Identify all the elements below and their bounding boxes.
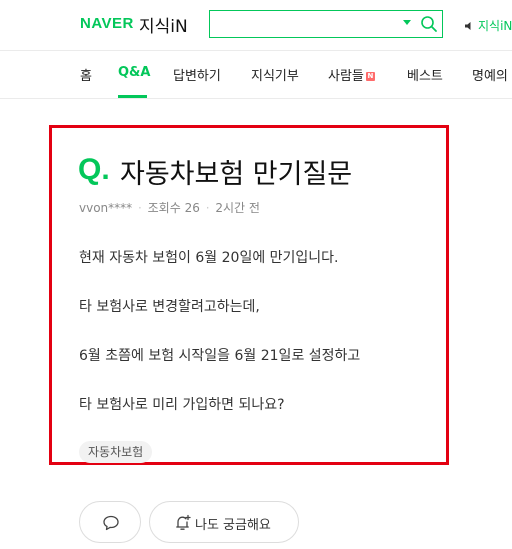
- question-body-line: 타 보험사로 변경할려고하는데,: [79, 299, 260, 315]
- jisikin-logo[interactable]: 지식iN: [139, 12, 188, 37]
- jisikin-link[interactable]: 지식iN: [465, 17, 512, 34]
- nav-active-indicator: [118, 95, 147, 98]
- me-too-curious-button[interactable]: 나도 궁금해요: [149, 501, 299, 543]
- nav-item-best[interactable]: 베스트: [407, 65, 443, 84]
- question-body-line: 6월 초쯤에 보험 시작일을 6월 21일로 설정하고: [79, 348, 361, 364]
- question-mark-icon: Q.: [78, 153, 110, 186]
- top-header: NAVER 지식iN 지식iN: [0, 0, 512, 51]
- question-title: 자동차보험 만기질문: [120, 159, 353, 190]
- question-body-line: 타 보험사로 미리 가입하면 되나요?: [79, 397, 285, 413]
- nav-item-donate[interactable]: 지식기부: [251, 65, 299, 84]
- main-nav: 홈 Q&A 답변하기 지식기부 사람들 N 베스트 명예의: [0, 51, 512, 99]
- nav-item-people-label: 사람들: [328, 69, 364, 84]
- jisikin-link-label: 지식iN: [478, 19, 512, 33]
- naver-logo[interactable]: NAVER: [80, 15, 134, 32]
- bell-plus-icon: [176, 514, 191, 530]
- search-dropdown-icon[interactable]: [403, 20, 411, 25]
- post-time: 2시간 전: [215, 201, 260, 215]
- nav-item-home[interactable]: 홈: [80, 65, 92, 84]
- meta-separator: ·: [205, 201, 210, 215]
- new-badge: N: [365, 72, 375, 81]
- comment-icon: [103, 515, 119, 531]
- me-too-curious-label: 나도 궁금해요: [195, 518, 271, 533]
- author-name[interactable]: vvon****: [79, 201, 132, 215]
- search-input[interactable]: [214, 14, 398, 34]
- meta-separator: ·: [137, 201, 142, 215]
- nav-item-answer[interactable]: 답변하기: [173, 65, 221, 84]
- nav-item-qna[interactable]: Q&A: [118, 65, 150, 80]
- comment-button[interactable]: [79, 501, 141, 543]
- speaker-icon: [465, 21, 471, 30]
- question-meta: vvon**** · 조회수 26 · 2시간 전: [79, 199, 260, 216]
- question-body-line: 현재 자동차 보험이 6월 20일에 만기입니다.: [79, 250, 339, 266]
- tag-chip[interactable]: 자동차보험: [79, 441, 153, 463]
- nav-item-hall-of-fame[interactable]: 명예의: [472, 65, 508, 84]
- nav-item-people[interactable]: 사람들 N: [328, 65, 375, 84]
- search-box: [209, 10, 443, 38]
- view-count: 조회수 26: [147, 201, 200, 215]
- search-icon[interactable]: [420, 15, 438, 33]
